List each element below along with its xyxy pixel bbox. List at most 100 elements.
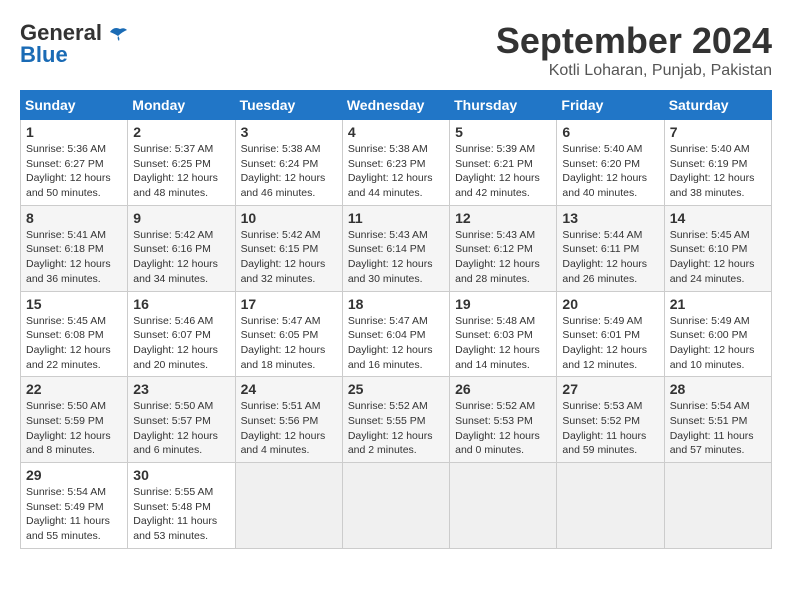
- calendar-header-row: SundayMondayTuesdayWednesdayThursdayFrid…: [21, 91, 772, 120]
- day-info: Sunrise: 5:36 AM Sunset: 6:27 PM Dayligh…: [26, 142, 122, 201]
- sunset-text: Sunset: 6:23 PM: [348, 158, 426, 170]
- day-info: Sunrise: 5:39 AM Sunset: 6:21 PM Dayligh…: [455, 142, 551, 201]
- calendar-week-1: 1 Sunrise: 5:36 AM Sunset: 6:27 PM Dayli…: [21, 120, 772, 206]
- calendar-cell: 24 Sunrise: 5:51 AM Sunset: 5:56 PM Dayl…: [235, 377, 342, 463]
- day-info: Sunrise: 5:50 AM Sunset: 5:59 PM Dayligh…: [26, 399, 122, 458]
- day-number: 10: [241, 210, 337, 226]
- calendar-table: SundayMondayTuesdayWednesdayThursdayFrid…: [20, 90, 772, 549]
- sunset-text: Sunset: 6:25 PM: [133, 158, 211, 170]
- sunset-text: Sunset: 5:51 PM: [670, 415, 748, 427]
- day-info: Sunrise: 5:52 AM Sunset: 5:53 PM Dayligh…: [455, 399, 551, 458]
- calendar-cell: 26 Sunrise: 5:52 AM Sunset: 5:53 PM Dayl…: [450, 377, 557, 463]
- sunset-text: Sunset: 6:19 PM: [670, 158, 748, 170]
- calendar-cell: 5 Sunrise: 5:39 AM Sunset: 6:21 PM Dayli…: [450, 120, 557, 206]
- day-info: Sunrise: 5:47 AM Sunset: 6:04 PM Dayligh…: [348, 314, 444, 373]
- calendar-cell: 30 Sunrise: 5:55 AM Sunset: 5:48 PM Dayl…: [128, 463, 235, 549]
- sunrise-text: Sunrise: 5:50 AM: [133, 400, 213, 412]
- day-number: 30: [133, 467, 229, 483]
- day-number: 25: [348, 381, 444, 397]
- calendar-cell: 9 Sunrise: 5:42 AM Sunset: 6:16 PM Dayli…: [128, 205, 235, 291]
- daylight-text: Daylight: 12 hours and 32 minutes.: [241, 258, 326, 285]
- sunset-text: Sunset: 6:00 PM: [670, 329, 748, 341]
- sunrise-text: Sunrise: 5:41 AM: [26, 229, 106, 241]
- calendar-cell: 27 Sunrise: 5:53 AM Sunset: 5:52 PM Dayl…: [557, 377, 664, 463]
- day-info: Sunrise: 5:52 AM Sunset: 5:55 PM Dayligh…: [348, 399, 444, 458]
- daylight-text: Daylight: 12 hours and 18 minutes.: [241, 344, 326, 371]
- sunset-text: Sunset: 6:15 PM: [241, 243, 319, 255]
- daylight-text: Daylight: 12 hours and 16 minutes.: [348, 344, 433, 371]
- daylight-text: Daylight: 12 hours and 30 minutes.: [348, 258, 433, 285]
- calendar-cell: 3 Sunrise: 5:38 AM Sunset: 6:24 PM Dayli…: [235, 120, 342, 206]
- day-number: 26: [455, 381, 551, 397]
- sunrise-text: Sunrise: 5:49 AM: [562, 315, 642, 327]
- calendar-week-2: 8 Sunrise: 5:41 AM Sunset: 6:18 PM Dayli…: [21, 205, 772, 291]
- day-info: Sunrise: 5:49 AM Sunset: 6:00 PM Dayligh…: [670, 314, 766, 373]
- day-number: 8: [26, 210, 122, 226]
- header-friday: Friday: [557, 91, 664, 120]
- calendar-week-5: 29 Sunrise: 5:54 AM Sunset: 5:49 PM Dayl…: [21, 463, 772, 549]
- day-info: Sunrise: 5:50 AM Sunset: 5:57 PM Dayligh…: [133, 399, 229, 458]
- sunset-text: Sunset: 6:03 PM: [455, 329, 533, 341]
- sunset-text: Sunset: 6:12 PM: [455, 243, 533, 255]
- day-info: Sunrise: 5:41 AM Sunset: 6:18 PM Dayligh…: [26, 228, 122, 287]
- day-number: 16: [133, 296, 229, 312]
- day-number: 5: [455, 124, 551, 140]
- day-number: 19: [455, 296, 551, 312]
- daylight-text: Daylight: 12 hours and 34 minutes.: [133, 258, 218, 285]
- calendar-cell: 25 Sunrise: 5:52 AM Sunset: 5:55 PM Dayl…: [342, 377, 449, 463]
- sunrise-text: Sunrise: 5:54 AM: [26, 486, 106, 498]
- calendar-cell: 16 Sunrise: 5:46 AM Sunset: 6:07 PM Dayl…: [128, 291, 235, 377]
- sunset-text: Sunset: 6:05 PM: [241, 329, 319, 341]
- calendar-cell: [235, 463, 342, 549]
- daylight-text: Daylight: 11 hours and 57 minutes.: [670, 430, 754, 457]
- day-info: Sunrise: 5:44 AM Sunset: 6:11 PM Dayligh…: [562, 228, 658, 287]
- day-info: Sunrise: 5:40 AM Sunset: 6:19 PM Dayligh…: [670, 142, 766, 201]
- header-sunday: Sunday: [21, 91, 128, 120]
- day-info: Sunrise: 5:42 AM Sunset: 6:16 PM Dayligh…: [133, 228, 229, 287]
- daylight-text: Daylight: 12 hours and 0 minutes.: [455, 430, 540, 457]
- sunrise-text: Sunrise: 5:40 AM: [562, 143, 642, 155]
- sunrise-text: Sunrise: 5:47 AM: [348, 315, 428, 327]
- calendar-cell: 18 Sunrise: 5:47 AM Sunset: 6:04 PM Dayl…: [342, 291, 449, 377]
- sunrise-text: Sunrise: 5:38 AM: [241, 143, 321, 155]
- day-info: Sunrise: 5:46 AM Sunset: 6:07 PM Dayligh…: [133, 314, 229, 373]
- sunrise-text: Sunrise: 5:53 AM: [562, 400, 642, 412]
- daylight-text: Daylight: 12 hours and 22 minutes.: [26, 344, 111, 371]
- sunrise-text: Sunrise: 5:38 AM: [348, 143, 428, 155]
- calendar-cell: 19 Sunrise: 5:48 AM Sunset: 6:03 PM Dayl…: [450, 291, 557, 377]
- day-info: Sunrise: 5:54 AM Sunset: 5:49 PM Dayligh…: [26, 485, 122, 544]
- daylight-text: Daylight: 11 hours and 53 minutes.: [133, 515, 217, 542]
- day-number: 24: [241, 381, 337, 397]
- sunset-text: Sunset: 6:21 PM: [455, 158, 533, 170]
- day-info: Sunrise: 5:45 AM Sunset: 6:10 PM Dayligh…: [670, 228, 766, 287]
- daylight-text: Daylight: 12 hours and 48 minutes.: [133, 172, 218, 199]
- sunset-text: Sunset: 6:11 PM: [562, 243, 639, 255]
- calendar-cell: 6 Sunrise: 5:40 AM Sunset: 6:20 PM Dayli…: [557, 120, 664, 206]
- sunrise-text: Sunrise: 5:50 AM: [26, 400, 106, 412]
- day-number: 6: [562, 124, 658, 140]
- sunset-text: Sunset: 6:16 PM: [133, 243, 211, 255]
- day-info: Sunrise: 5:54 AM Sunset: 5:51 PM Dayligh…: [670, 399, 766, 458]
- sunrise-text: Sunrise: 5:43 AM: [348, 229, 428, 241]
- calendar-cell: 22 Sunrise: 5:50 AM Sunset: 5:59 PM Dayl…: [21, 377, 128, 463]
- header-monday: Monday: [128, 91, 235, 120]
- daylight-text: Daylight: 12 hours and 26 minutes.: [562, 258, 647, 285]
- calendar-cell: 8 Sunrise: 5:41 AM Sunset: 6:18 PM Dayli…: [21, 205, 128, 291]
- calendar-cell: 29 Sunrise: 5:54 AM Sunset: 5:49 PM Dayl…: [21, 463, 128, 549]
- calendar-cell: [557, 463, 664, 549]
- sunset-text: Sunset: 5:48 PM: [133, 501, 211, 513]
- daylight-text: Daylight: 12 hours and 42 minutes.: [455, 172, 540, 199]
- sunrise-text: Sunrise: 5:46 AM: [133, 315, 213, 327]
- calendar-cell: 2 Sunrise: 5:37 AM Sunset: 6:25 PM Dayli…: [128, 120, 235, 206]
- sunrise-text: Sunrise: 5:51 AM: [241, 400, 321, 412]
- calendar-cell: 14 Sunrise: 5:45 AM Sunset: 6:10 PM Dayl…: [664, 205, 771, 291]
- day-info: Sunrise: 5:51 AM Sunset: 5:56 PM Dayligh…: [241, 399, 337, 458]
- day-number: 12: [455, 210, 551, 226]
- day-number: 3: [241, 124, 337, 140]
- sunset-text: Sunset: 5:52 PM: [562, 415, 640, 427]
- day-number: 13: [562, 210, 658, 226]
- day-info: Sunrise: 5:45 AM Sunset: 6:08 PM Dayligh…: [26, 314, 122, 373]
- daylight-text: Daylight: 12 hours and 36 minutes.: [26, 258, 111, 285]
- sunset-text: Sunset: 6:08 PM: [26, 329, 104, 341]
- sunrise-text: Sunrise: 5:40 AM: [670, 143, 750, 155]
